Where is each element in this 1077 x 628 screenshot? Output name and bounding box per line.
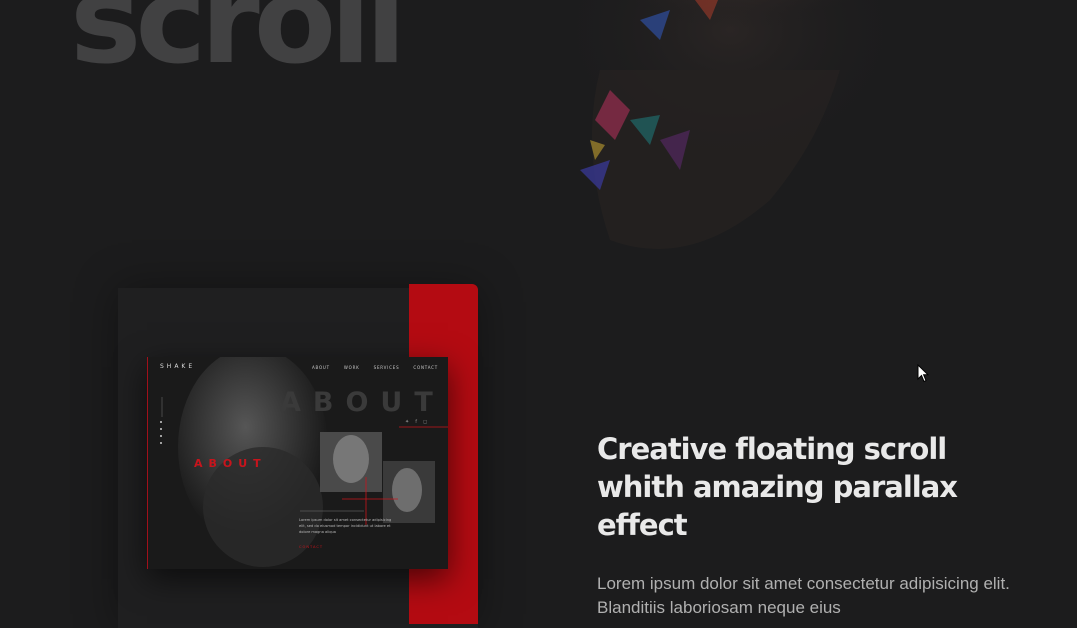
mockup-nav: ABOUT WORK SERVICES CONTACT [312,365,438,370]
mockup-about-title: ABOUT [194,457,267,470]
mockup-nav-services: SERVICES [373,365,400,370]
mouse-pointer-icon [917,364,929,383]
mockup-pagination-dots [160,421,162,444]
twitter-icon: ✦ [405,419,410,425]
mockup-nav-about: ABOUT [311,365,330,370]
mockup-ghost-title: ABOUT [280,387,445,418]
mockup-body-text: Lorem ipsum dolor sit amet consectetur a… [299,518,392,534]
mockup-nav-contact: CONTACT [413,365,438,370]
mockup-social-icons: ✦ f ◻ [405,419,427,425]
website-mockup-preview: SHAKE ABOUT WORK SERVICES CONTACT ABOUT … [147,357,448,569]
hero-word: scroll [70,0,406,91]
mockup-nav-work: WORK [343,365,360,370]
mockup-logo: SHAKE [160,363,196,370]
facebook-icon: f [415,419,417,425]
feature-headline: Creative floating scroll whith amazing p… [597,432,958,542]
mockup-contact-link: CONTACT [299,545,324,549]
hero-portrait-image [540,0,920,249]
instagram-icon: ◻ [422,419,428,425]
